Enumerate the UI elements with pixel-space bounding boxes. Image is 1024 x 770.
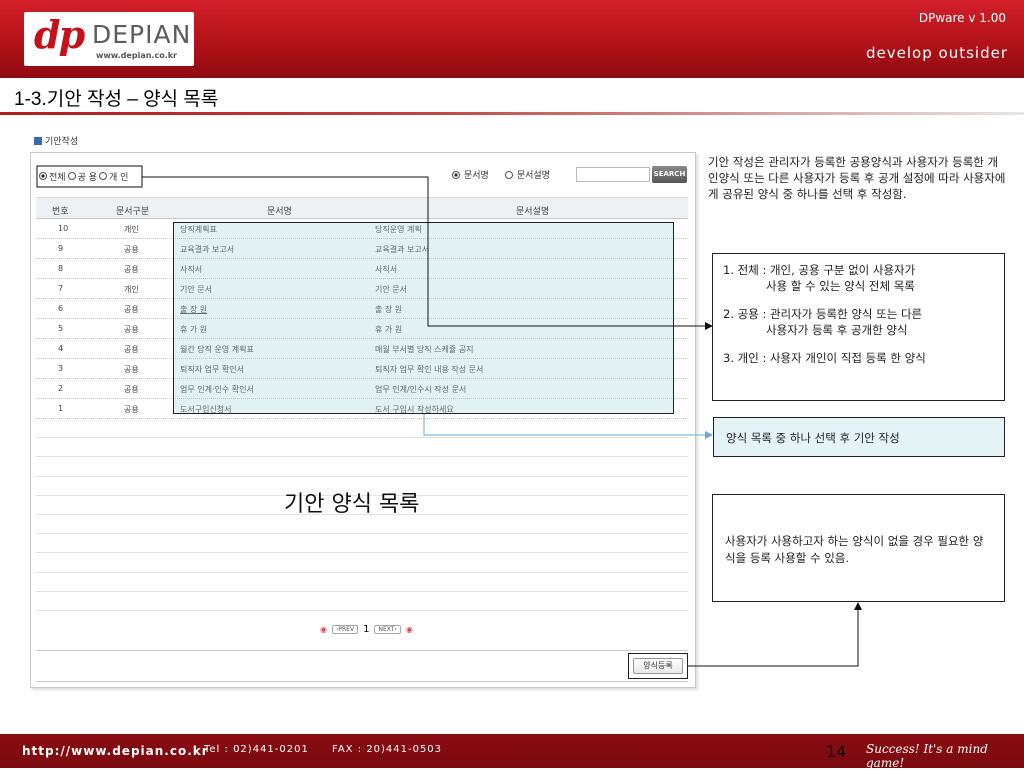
filter-notes-box: 1. 전체 : 개인, 공용 구분 없이 사용자가 사용 할 수 있는 양식 전… bbox=[712, 253, 1005, 401]
radio-doc-name[interactable] bbox=[452, 170, 460, 179]
filter-note-public: 2. 공용 : 관리자가 등록한 양식 또는 다른 사용자가 등록 후 공개한 … bbox=[723, 306, 994, 338]
filter-note-all: 1. 전체 : 개인, 공용 구분 없이 사용자가 사용 할 수 있는 양식 전… bbox=[723, 262, 994, 294]
row-type: 개인 bbox=[124, 225, 139, 234]
note-line: 사용자가 등록 후 공개한 양식 bbox=[766, 323, 908, 337]
row-number: 2 bbox=[58, 384, 64, 393]
col-doc-desc: 문서설명 bbox=[516, 207, 550, 217]
filter-note-private: 3. 개인 : 사용자 개인이 직접 등록 한 양식 bbox=[723, 350, 994, 366]
logo-url: www.depian.co.kr bbox=[96, 51, 177, 60]
row-type: 공용 bbox=[124, 345, 139, 354]
pagination: ◉ ‹PREV 1 NEXT› ◉ bbox=[320, 624, 413, 635]
footer-url: http://www.depian.co.kr bbox=[22, 744, 209, 758]
row-number: 1 bbox=[58, 404, 64, 413]
intro-note: 기안 작성은 관리자가 등록한 공용양식과 사용자가 등록한 개인양식 또는 다… bbox=[708, 155, 1006, 201]
row-number: 8 bbox=[58, 264, 64, 273]
row-type: 공용 bbox=[124, 305, 139, 314]
radio-private-label: 개 인 bbox=[108, 172, 129, 183]
slogan: develop outsider bbox=[866, 44, 1008, 62]
title-divider bbox=[0, 112, 1024, 115]
row-type: 공용 bbox=[124, 325, 139, 334]
row-number: 6 bbox=[58, 304, 64, 313]
register-form-button[interactable]: 양식등록 bbox=[633, 658, 683, 674]
radio-doc-desc[interactable] bbox=[504, 170, 513, 179]
search-field-options: 문서명 문서설명 bbox=[452, 168, 550, 181]
note-line: 1. 전체 : 개인, 공용 구분 없이 사용자가 bbox=[723, 263, 916, 277]
radio-doc-name-label: 문서명 bbox=[464, 171, 489, 181]
panel-footer-bar bbox=[36, 650, 688, 682]
logo-name: DEPIAN bbox=[92, 20, 192, 49]
search-input[interactable] bbox=[576, 167, 650, 182]
prev-page-button[interactable]: ‹PREV bbox=[331, 625, 359, 634]
row-type: 공용 bbox=[124, 365, 139, 374]
row-number: 5 bbox=[58, 324, 64, 333]
row-number: 10 bbox=[58, 224, 69, 233]
row-number: 3 bbox=[58, 364, 64, 373]
col-doc-name: 문서명 bbox=[267, 207, 292, 217]
footer-fax: FAX : 20)441-0503 bbox=[332, 744, 443, 755]
register-arrow bbox=[688, 602, 862, 667]
radio-doc-desc-label: 문서설명 bbox=[516, 171, 550, 181]
page-title: 1-3.기안 작성 – 양식 목록 bbox=[14, 89, 219, 110]
panel-label: 기안작성 bbox=[34, 134, 78, 147]
version-label: DPware v 1.00 bbox=[918, 11, 1006, 25]
col-doc-type: 문서구분 bbox=[116, 207, 150, 217]
radio-all-label: 전체 bbox=[49, 172, 66, 183]
row-type: 공용 bbox=[124, 405, 139, 414]
last-page-icon[interactable]: ◉ bbox=[406, 625, 413, 634]
header-banner: dp DEPIAN www.depian.co.kr DPware v 1.00… bbox=[0, 0, 1024, 78]
doc-type-filter: 전체 공 용 개 인 bbox=[37, 166, 142, 186]
panel-label-text: 기안작성 bbox=[45, 137, 79, 147]
note-line: 2. 공용 : 관리자가 등록한 양식 또는 다른 bbox=[723, 307, 923, 321]
logo-mark: dp bbox=[34, 12, 85, 57]
select-note-box: 양식 목록 중 하나 선택 후 기안 작성 bbox=[713, 417, 1005, 457]
radio-all[interactable] bbox=[39, 172, 47, 180]
row-number: 7 bbox=[58, 284, 64, 293]
footer-banner: http://www.depian.co.kr Tel : 02)441-020… bbox=[0, 734, 1024, 770]
register-note-box: 사용자가 사용하고자 하는 양식이 없을 경우 필요한 양식을 등록 사용할 수… bbox=[712, 494, 1005, 602]
panel-label-icon bbox=[34, 137, 42, 145]
note-line: 사용 할 수 있는 양식 전체 목록 bbox=[766, 279, 915, 293]
radio-public[interactable] bbox=[67, 172, 76, 180]
first-page-icon[interactable]: ◉ bbox=[320, 625, 327, 634]
radio-private[interactable] bbox=[98, 172, 107, 180]
footer-motto: Success! It's a mind game! bbox=[866, 742, 988, 770]
radio-public-label: 공 용 bbox=[77, 172, 97, 183]
form-list-label: 기안 양식 목록 bbox=[284, 492, 420, 517]
note-line: 3. 개인 : 사용자 개인이 직접 등록 한 양식 bbox=[723, 351, 926, 365]
row-type: 공용 bbox=[124, 245, 139, 254]
form-list-highlight bbox=[173, 222, 674, 414]
row-type: 공용 bbox=[124, 265, 139, 274]
current-page: 1 bbox=[363, 624, 370, 635]
row-number: 9 bbox=[58, 244, 64, 253]
page-number: 14 bbox=[826, 742, 847, 761]
row-number: 4 bbox=[58, 344, 64, 353]
table-header: 번호 문서구분 문서명 문서설명 bbox=[36, 197, 688, 219]
row-type: 공용 bbox=[124, 385, 139, 394]
col-number: 번호 bbox=[52, 207, 69, 217]
row-type: 개인 bbox=[124, 285, 139, 294]
search-button[interactable]: SEARCH bbox=[652, 166, 687, 183]
footer-tel: Tel : 02)441-0201 bbox=[204, 744, 309, 755]
next-page-button[interactable]: NEXT› bbox=[374, 625, 401, 634]
register-form-highlight: 양식등록 bbox=[628, 653, 688, 679]
